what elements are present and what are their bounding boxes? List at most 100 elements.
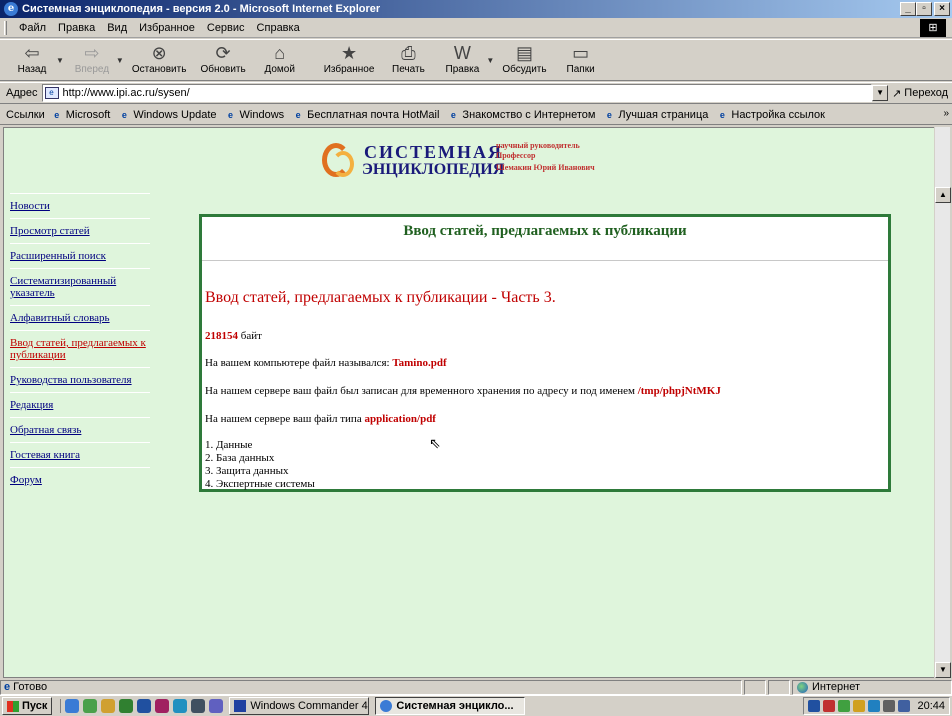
status-cell: [768, 679, 790, 695]
nav-systematic-index[interactable]: Систематизированный указатель: [10, 275, 150, 299]
nav-submit-articles[interactable]: Ввод статей, предлагаемых к публикации: [10, 337, 150, 361]
scroll-down-icon[interactable]: ▼: [935, 662, 951, 678]
favorites-button[interactable]: ★ Избранное: [324, 40, 375, 75]
nav-alphabetical-dictionary[interactable]: Алфавитный словарь: [10, 312, 150, 324]
menu-view[interactable]: Вид: [101, 22, 133, 34]
tray-icon[interactable]: [808, 700, 821, 712]
tray-icon[interactable]: [868, 700, 881, 712]
link-windows-update[interactable]: e Windows Update: [118, 109, 217, 121]
toolbar-grip[interactable]: [4, 20, 7, 35]
stop-button[interactable]: ⊗ Остановить: [132, 40, 187, 75]
list-item[interactable]: 2. База данных: [205, 452, 274, 465]
maximize-button[interactable]: ▫: [916, 2, 932, 16]
chevron-more-icon[interactable]: »: [943, 108, 949, 119]
ie-page-icon: e: [228, 109, 234, 120]
folders-button[interactable]: ▭ Папки: [561, 40, 601, 75]
nav-divider: [10, 367, 150, 368]
tray-icon[interactable]: [853, 700, 866, 712]
file-type-value: application/pdf: [364, 413, 436, 425]
app-icon[interactable]: [209, 699, 224, 713]
logo-line1: СИСТЕМНАЯ: [364, 142, 503, 162]
go-button[interactable]: ↗ Переход: [892, 87, 952, 100]
edit-button[interactable]: W Правка: [442, 40, 482, 75]
back-dropdown-icon[interactable]: ▼: [56, 56, 64, 65]
menu-favorites[interactable]: Избранное: [133, 22, 201, 34]
nav-editorial[interactable]: Редакция: [10, 399, 150, 411]
tray-icon[interactable]: [883, 700, 896, 712]
language-icon[interactable]: [823, 700, 836, 712]
refresh-icon: ⟳: [215, 43, 231, 63]
refresh-button[interactable]: ⟳ Обновить: [200, 40, 245, 75]
link-windows[interactable]: e Windows: [225, 109, 284, 121]
list-item[interactable]: 3. Защита данных: [205, 465, 288, 478]
links-label: Ссылки: [6, 108, 45, 121]
forward-arrow-icon: ⇨: [84, 43, 100, 63]
logo-sub2: Профессор: [496, 151, 536, 160]
nav-browse-articles[interactable]: Просмотр статей: [10, 225, 150, 237]
ie-quicklaunch-icon[interactable]: [65, 699, 80, 713]
file-size-line: 218154 байт: [205, 330, 262, 342]
task-encyclopedia[interactable]: Системная энцикло...: [375, 697, 526, 715]
ie-status-icon: e: [4, 681, 11, 693]
volume-icon[interactable]: [898, 700, 911, 712]
menu-edit[interactable]: Правка: [52, 22, 101, 34]
edit-dropdown-icon[interactable]: ▼: [486, 56, 494, 65]
go-arrow-icon: ↗: [892, 87, 902, 100]
ie-page-icon: e: [450, 109, 456, 120]
nav-user-guides[interactable]: Руководства пользователя: [10, 374, 150, 386]
menu-tools[interactable]: Сервис: [201, 22, 251, 34]
link-microsoft[interactable]: e Microsoft: [51, 109, 110, 121]
menu-help[interactable]: Справка: [251, 22, 306, 34]
outlook-icon[interactable]: [83, 699, 98, 713]
nav-divider: [10, 330, 150, 331]
print-button[interactable]: ⎙ Печать: [388, 40, 428, 75]
list-item[interactable]: 4. Экспертные системы: [205, 478, 315, 491]
tray-icon[interactable]: [838, 700, 851, 712]
vertical-scrollbar[interactable]: ▲ ▼: [934, 127, 951, 678]
nav-divider: [10, 218, 150, 219]
address-dropdown-icon[interactable]: ▼: [872, 85, 889, 101]
nav-advanced-search[interactable]: Расширенный поиск: [10, 250, 150, 262]
app-icon[interactable]: [137, 699, 152, 713]
app-icon[interactable]: [191, 699, 206, 713]
link-internet-intro[interactable]: e Знакомство с Интернетом: [447, 109, 596, 121]
folders-icon: ▭: [572, 43, 590, 63]
app-icon[interactable]: [155, 699, 170, 713]
desktop-icon[interactable]: [101, 699, 116, 713]
menu-bar: Файл Правка Вид Избранное Сервис Справка…: [0, 18, 952, 38]
filename-value: Tamino.pdf: [392, 357, 447, 369]
quick-launch: [60, 699, 224, 713]
nav-guestbook[interactable]: Гостевая книга: [10, 449, 150, 461]
nav-feedback[interactable]: Обратная связь: [10, 424, 150, 436]
nav-forum[interactable]: Форум: [10, 474, 150, 486]
scroll-up-icon[interactable]: ▲: [935, 187, 951, 203]
title-bar: e Системная энциклопедия - версия 2.0 - …: [0, 0, 952, 18]
status-bar: e Готово Интернет: [0, 679, 952, 695]
menu-file[interactable]: Файл: [13, 22, 52, 34]
app-icon[interactable]: [119, 699, 134, 713]
link-customize[interactable]: e Настройка ссылок: [716, 109, 825, 121]
left-nav: Новости Просмотр статей Расширенный поис…: [10, 193, 150, 492]
ie-page-icon: e: [719, 109, 725, 120]
back-button[interactable]: ⇦ Назад: [12, 40, 52, 75]
ie-page-icon: e: [54, 109, 60, 120]
link-hotmail[interactable]: e Бесплатная почта HotMail: [292, 109, 440, 121]
list-item[interactable]: 1. Данные: [205, 439, 252, 452]
ie-icon: [380, 700, 393, 712]
home-button[interactable]: ⌂ Домой: [260, 40, 300, 75]
site-logo[interactable]: СИСТЕМНАЯ ЭНЦИКЛОПЕДИЯ научный руководит…: [322, 139, 682, 183]
task-windows-commander[interactable]: Windows Commander 4.54...: [229, 697, 370, 715]
app-icon[interactable]: [173, 699, 188, 713]
forward-dropdown-icon[interactable]: ▼: [116, 56, 124, 65]
minimize-button[interactable]: _: [900, 2, 916, 16]
close-button[interactable]: ×: [934, 2, 950, 16]
address-input[interactable]: e http://www.ipi.ac.ru/sysen/: [41, 84, 873, 102]
ie-page-icon: e: [121, 109, 127, 120]
nav-news[interactable]: Новости: [10, 200, 150, 212]
clock[interactable]: 20:44: [917, 700, 945, 712]
start-button[interactable]: Пуск: [2, 697, 53, 715]
discuss-button[interactable]: ▤ Обсудить: [502, 40, 546, 75]
forward-button[interactable]: ⇨ Вперед: [72, 40, 112, 75]
favorites-icon: ★: [340, 43, 358, 63]
link-best-page[interactable]: e Лучшая страница: [603, 109, 708, 121]
